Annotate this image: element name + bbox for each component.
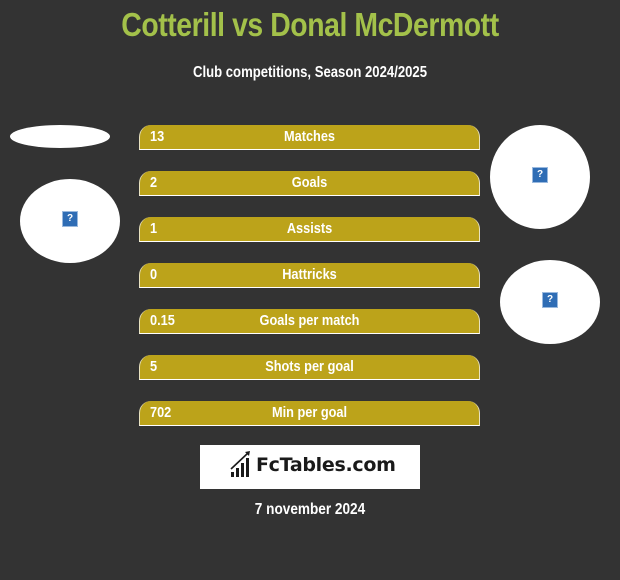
stat-label: Min per goal [271, 404, 348, 421]
stat-value: 13 [150, 128, 165, 145]
bar-chart-icon [230, 451, 250, 477]
page-subtitle: Club competitions, Season 2024/2025 [192, 64, 428, 81]
fctables-logo[interactable]: FcTables.com [200, 445, 420, 489]
stat-value: 2 [150, 174, 158, 191]
stat-row-hattricks: 0 Hattricks [139, 263, 480, 288]
stat-row-assists: 1 Assists [139, 217, 480, 242]
stat-value: 0 [150, 266, 158, 283]
stat-row-min-per-goal: 702 Min per goal [139, 401, 480, 426]
left-team-badge [10, 125, 110, 148]
stat-label: Goals per match [259, 312, 360, 329]
stat-label: Hattricks [282, 266, 337, 283]
stat-label: Shots per goal [265, 358, 354, 375]
broken-image-icon: ? [542, 292, 558, 308]
stat-label: Assists [286, 220, 333, 237]
stat-row-shots-per-goal: 5 Shots per goal [139, 355, 480, 380]
stat-row-goals-per-match: 0.15 Goals per match [139, 309, 480, 334]
broken-image-icon: ? [62, 211, 78, 227]
page-title: Cotterill vs Donal McDermott [121, 6, 499, 43]
stat-label: Matches [283, 128, 336, 145]
logo-text: FcTables.com [256, 454, 396, 476]
right-team-badge: ? [500, 260, 600, 344]
stat-row-matches: 13 Matches [139, 125, 480, 150]
left-player-photo: ? [20, 179, 120, 263]
stat-label: Goals [291, 174, 328, 191]
date-label: 7 november 2024 [254, 501, 366, 518]
stat-row-goals: 2 Goals [139, 171, 480, 196]
stat-value: 5 [150, 358, 158, 375]
right-player-photo: ? [490, 125, 590, 229]
broken-image-icon: ? [532, 167, 548, 183]
stat-value: 1 [150, 220, 158, 237]
